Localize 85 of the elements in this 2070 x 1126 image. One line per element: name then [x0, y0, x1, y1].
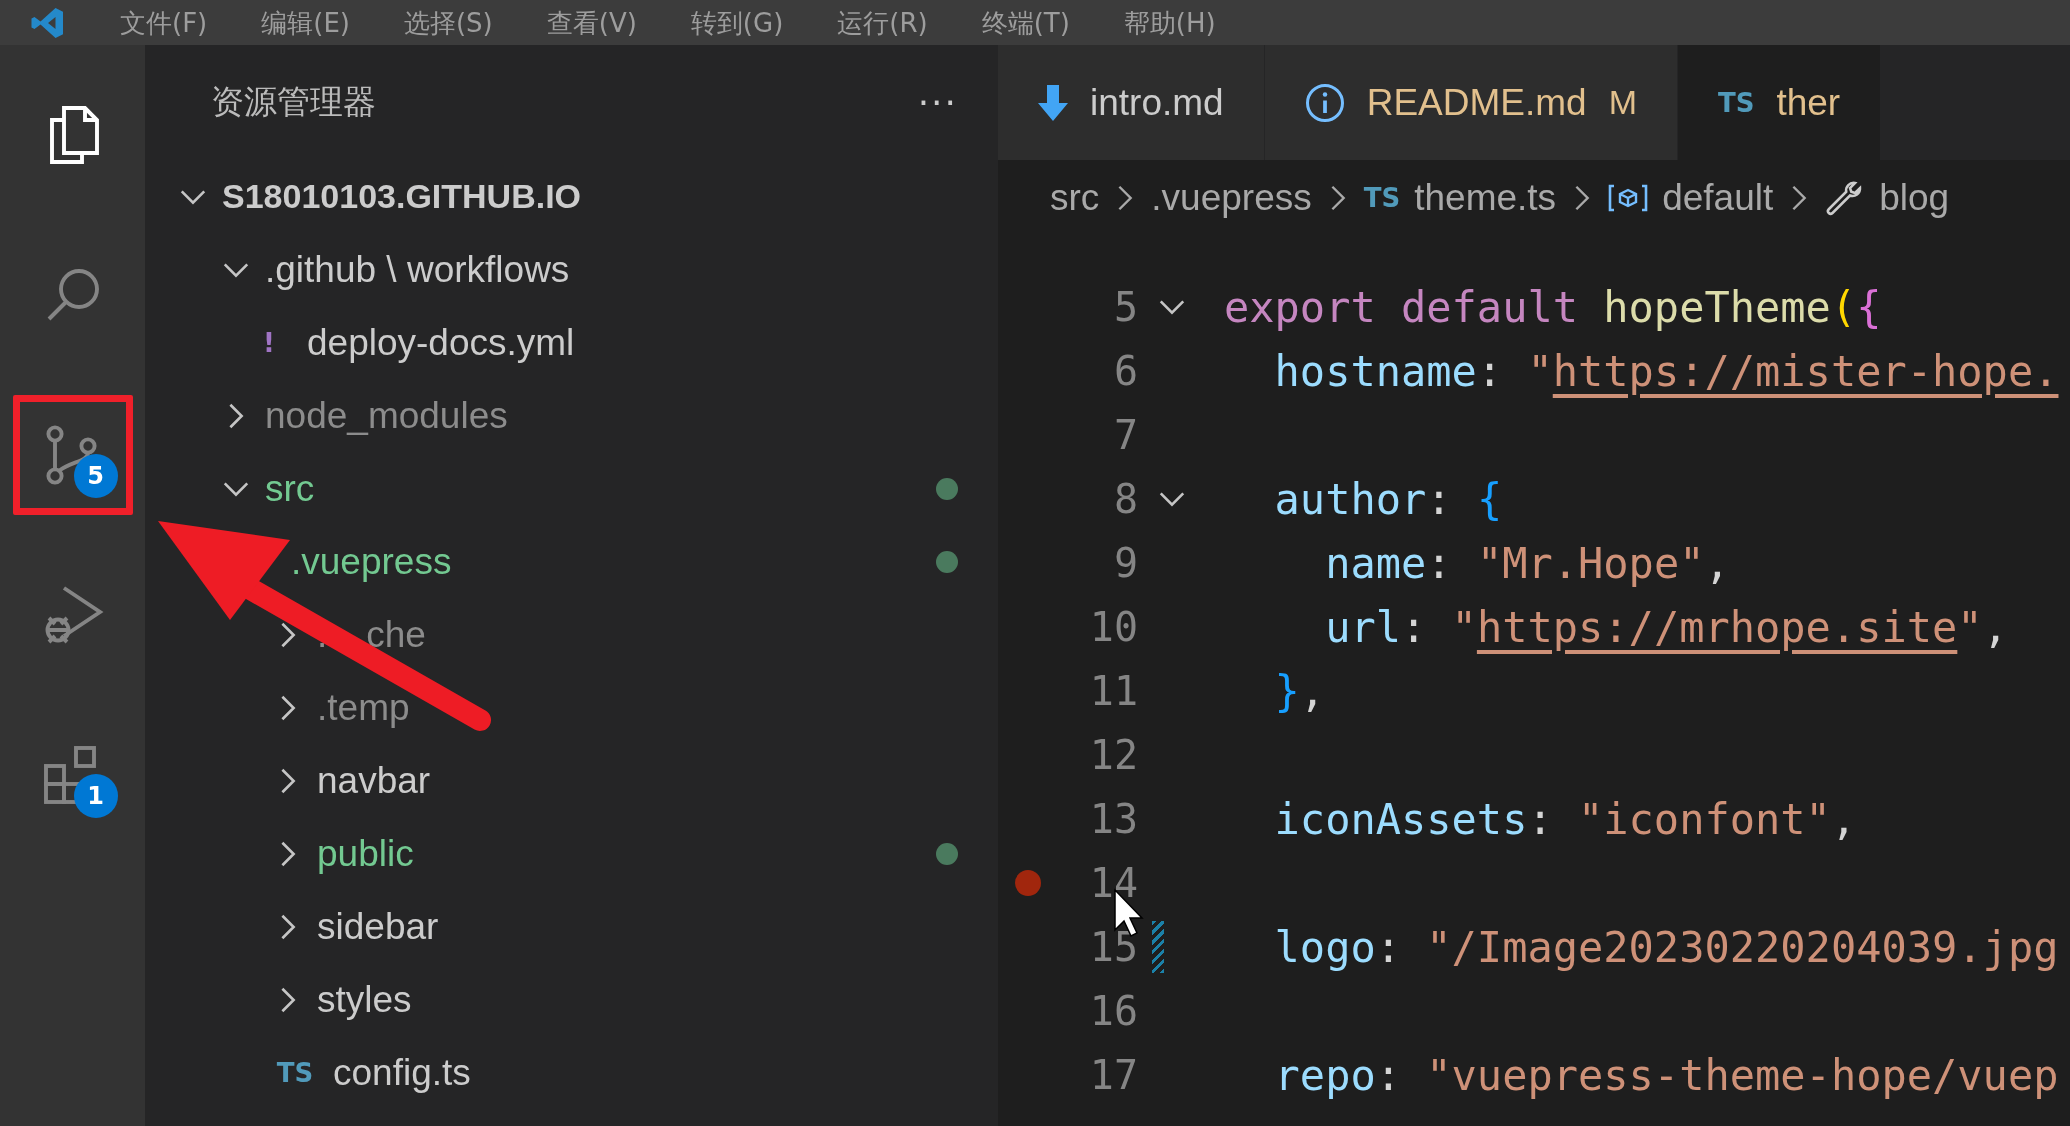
menu-item[interactable]: 帮助(H)	[1123, 9, 1216, 36]
change-dot	[936, 550, 958, 573]
file-name: public	[317, 832, 414, 875]
line-number: 7	[1112, 412, 1138, 458]
tab-title: ther	[1776, 81, 1841, 124]
tree-item[interactable]: styles	[145, 963, 998, 1036]
tree-item[interactable]: node_modules	[145, 379, 998, 452]
code-line: logo: "/Image20230220204039.jpg	[1273, 922, 2059, 972]
more-actions-button[interactable]: ···	[917, 82, 958, 123]
line-number: 15	[1088, 924, 1138, 970]
tab-title: README.md	[1366, 81, 1587, 124]
menu-item[interactable]: 转到(G)	[690, 9, 784, 36]
tab-title: intro.md	[1090, 81, 1224, 124]
line-number: 10	[1088, 604, 1138, 650]
breakpoint-dot[interactable]	[1015, 870, 1041, 896]
tree-item[interactable]: sidebar	[145, 890, 998, 963]
line-number: 5	[1112, 284, 1138, 330]
file-name: S18010103.GITHUB.IO	[222, 177, 582, 216]
count-badge: 1	[73, 774, 118, 818]
file-name: che	[366, 613, 426, 656]
file-name: deploy-docs.yml	[307, 321, 575, 364]
menu-item[interactable]: 选择(S)	[403, 9, 493, 36]
tree-item[interactable]: . che	[145, 598, 998, 671]
breadcrumb-item[interactable]: blog	[1879, 176, 1950, 219]
file-name: node_modules	[265, 394, 508, 437]
menu-item[interactable]: 终端(T)	[981, 9, 1070, 36]
code-line: url: "https://mrhope.site",	[1324, 602, 2008, 652]
line-number: 6	[1112, 348, 1138, 394]
modified-status: M	[1608, 83, 1637, 122]
code-line: iconAssets: "iconfont",	[1273, 794, 1857, 844]
editor-tab[interactable]: TS ther	[1677, 45, 1882, 160]
activity-bar-button[interactable]: 5	[12, 395, 133, 515]
file-name: sidebar	[317, 905, 439, 948]
breadcrumb-item[interactable]: theme.ts	[1414, 176, 1557, 219]
file-name: src	[265, 467, 315, 510]
info-icon	[1304, 82, 1345, 123]
breadcrumb-item[interactable]: default	[1662, 176, 1774, 219]
tree-item[interactable]: .temp	[145, 671, 998, 744]
menu-item[interactable]: 编辑(E)	[261, 9, 350, 36]
tree-item[interactable]: public	[145, 817, 998, 890]
menu-item[interactable]: 运行(R)	[837, 9, 928, 36]
file-name: config.ts	[333, 1051, 471, 1094]
line-number: 13	[1088, 796, 1138, 842]
file-name: .temp	[317, 686, 410, 729]
file-name: .vuepress	[291, 540, 452, 583]
change-dot	[936, 477, 958, 500]
code-line: name: "Mr.Hope",	[1324, 538, 1730, 588]
code-line: repo: "vuepress-theme-hope/vuep	[1273, 1050, 2059, 1100]
tree-item[interactable]: S18010103.GITHUB.IO	[145, 160, 998, 233]
line-number: 17	[1088, 1052, 1138, 1098]
file-name: navbar	[317, 759, 431, 802]
code-line: export default hopeTheme({	[1224, 282, 1882, 332]
tree-item[interactable]: .github \ workflows	[145, 233, 998, 306]
code-line: hostname: "https://mister-hope.	[1273, 346, 2059, 396]
change-marker	[1152, 921, 1164, 973]
tree-item[interactable]: TS config.ts	[145, 1036, 998, 1109]
breadcrumb-item[interactable]: .vuepress	[1151, 176, 1312, 219]
editor-tab[interactable]: README.md M	[1264, 45, 1678, 160]
yaml-icon: !	[247, 327, 291, 358]
tree-item[interactable]: navbar	[145, 744, 998, 817]
explorer-title: 资源管理器	[211, 81, 376, 123]
line-number: 9	[1112, 540, 1138, 586]
typescript-icon: TS	[1717, 87, 1755, 118]
typescript-icon: TS	[273, 1057, 317, 1088]
file-name: .	[317, 613, 328, 656]
tree-item[interactable]: ! deploy-docs.yml	[145, 306, 998, 379]
line-number: 14	[1088, 860, 1138, 906]
tree-item[interactable]: src	[145, 452, 998, 525]
file-name: styles	[317, 978, 412, 1021]
line-number: 16	[1088, 988, 1138, 1034]
file-name: .github \ workflows	[265, 248, 570, 291]
line-number: 12	[1088, 732, 1138, 778]
breadcrumb-item[interactable]: src	[1050, 176, 1100, 219]
change-dot	[936, 842, 958, 865]
menu-item[interactable]: 文件(F)	[120, 9, 208, 36]
typescript-icon: TS	[1363, 182, 1401, 213]
line-number: 8	[1112, 476, 1138, 522]
editor-tab[interactable]: intro.md	[998, 45, 1265, 160]
code-line: },	[1273, 666, 1326, 716]
line-number: 11	[1088, 668, 1138, 714]
count-badge: 5	[73, 454, 118, 498]
menu-item[interactable]: 查看(V)	[546, 9, 637, 36]
code-line: author: {	[1273, 474, 1503, 524]
download-arrow-icon	[1038, 83, 1068, 122]
activity-bar-button[interactable]: 1	[12, 715, 133, 835]
